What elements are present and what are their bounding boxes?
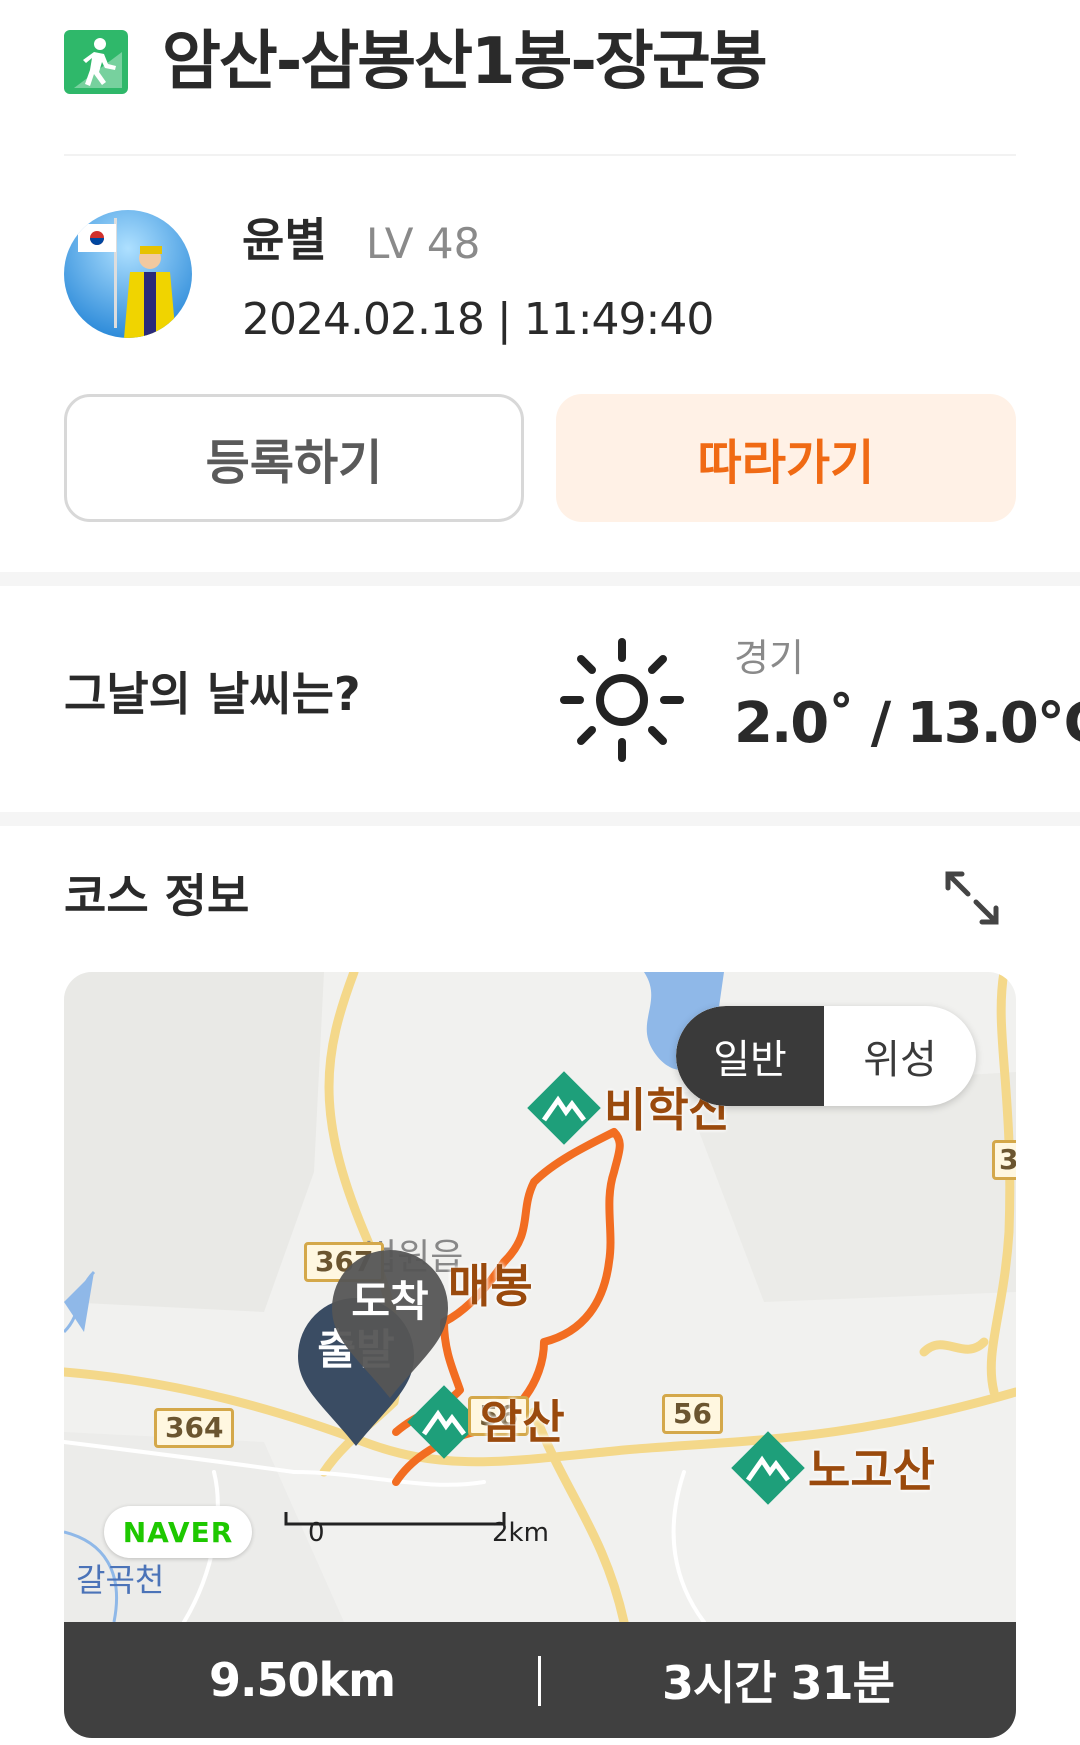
page-title: 암산-삼봉산1봉-장군봉 bbox=[162, 25, 768, 99]
course-stats: 9.50km 3시간 31분 bbox=[64, 1622, 1016, 1738]
record-datetime: 2024.02.18 | 11:49:40 bbox=[242, 294, 714, 345]
duration-value: 3시간 31분 bbox=[662, 1656, 895, 1710]
page-header: 암산-삼봉산1봉-장군봉 bbox=[64, 22, 1016, 156]
section-divider bbox=[0, 812, 1080, 826]
peak-label: 노고산 bbox=[808, 1443, 935, 1497]
weather-temperature: 2.0˚ / 13.0℃ bbox=[734, 691, 1080, 756]
follow-button[interactable]: 따라가기 bbox=[556, 394, 1016, 522]
section-divider bbox=[0, 572, 1080, 586]
peak-label: 암산 bbox=[480, 1395, 565, 1449]
road-badge: 56 bbox=[662, 1394, 723, 1434]
map-type-normal[interactable]: 일반 bbox=[676, 1006, 824, 1106]
end-marker-label: 도착 bbox=[351, 1277, 429, 1326]
road-badge: 3 bbox=[992, 1140, 1016, 1180]
avatar[interactable] bbox=[64, 210, 192, 338]
hiker-icon bbox=[64, 30, 128, 94]
user-level: LV 48 bbox=[366, 219, 481, 268]
course-map[interactable]: 법원읍 367 364 56 56 3 비학산 매봉 암산 노고산 갈곡천 출발… bbox=[64, 972, 1016, 1622]
peak-label: 매봉 bbox=[448, 1259, 533, 1313]
user-name[interactable]: 윤별 bbox=[242, 212, 327, 268]
course-header: 코스 정보 bbox=[64, 864, 1016, 934]
course-title: 코스 정보 bbox=[64, 869, 250, 923]
author-profile: 윤별 LV 48 2024.02.18 | 11:49:40 bbox=[64, 208, 1016, 345]
road-badge: 364 bbox=[154, 1408, 235, 1448]
scale-start: 0 bbox=[308, 1518, 325, 1548]
weather-region: 경기 bbox=[734, 636, 804, 680]
weather-label: 그날의 날씨는? bbox=[64, 667, 361, 721]
map-type-satellite[interactable]: 위성 bbox=[824, 1006, 976, 1106]
register-button[interactable]: 등록하기 bbox=[64, 394, 524, 522]
scale-end: 2km bbox=[492, 1518, 549, 1548]
map-type-toggle: 일반 위성 bbox=[676, 1006, 976, 1106]
stream-label: 갈곡천 bbox=[76, 1561, 165, 1599]
weather-section: 그날의 날씨는? 경기 2.0˚ / 13.0℃ bbox=[64, 586, 1080, 812]
naver-logo[interactable]: NAVER bbox=[104, 1506, 252, 1558]
expand-icon[interactable] bbox=[942, 868, 1002, 928]
distance-value: 9.50km bbox=[208, 1653, 396, 1707]
end-marker[interactable]: 도착 bbox=[328, 1248, 452, 1404]
sun-icon bbox=[558, 636, 686, 764]
